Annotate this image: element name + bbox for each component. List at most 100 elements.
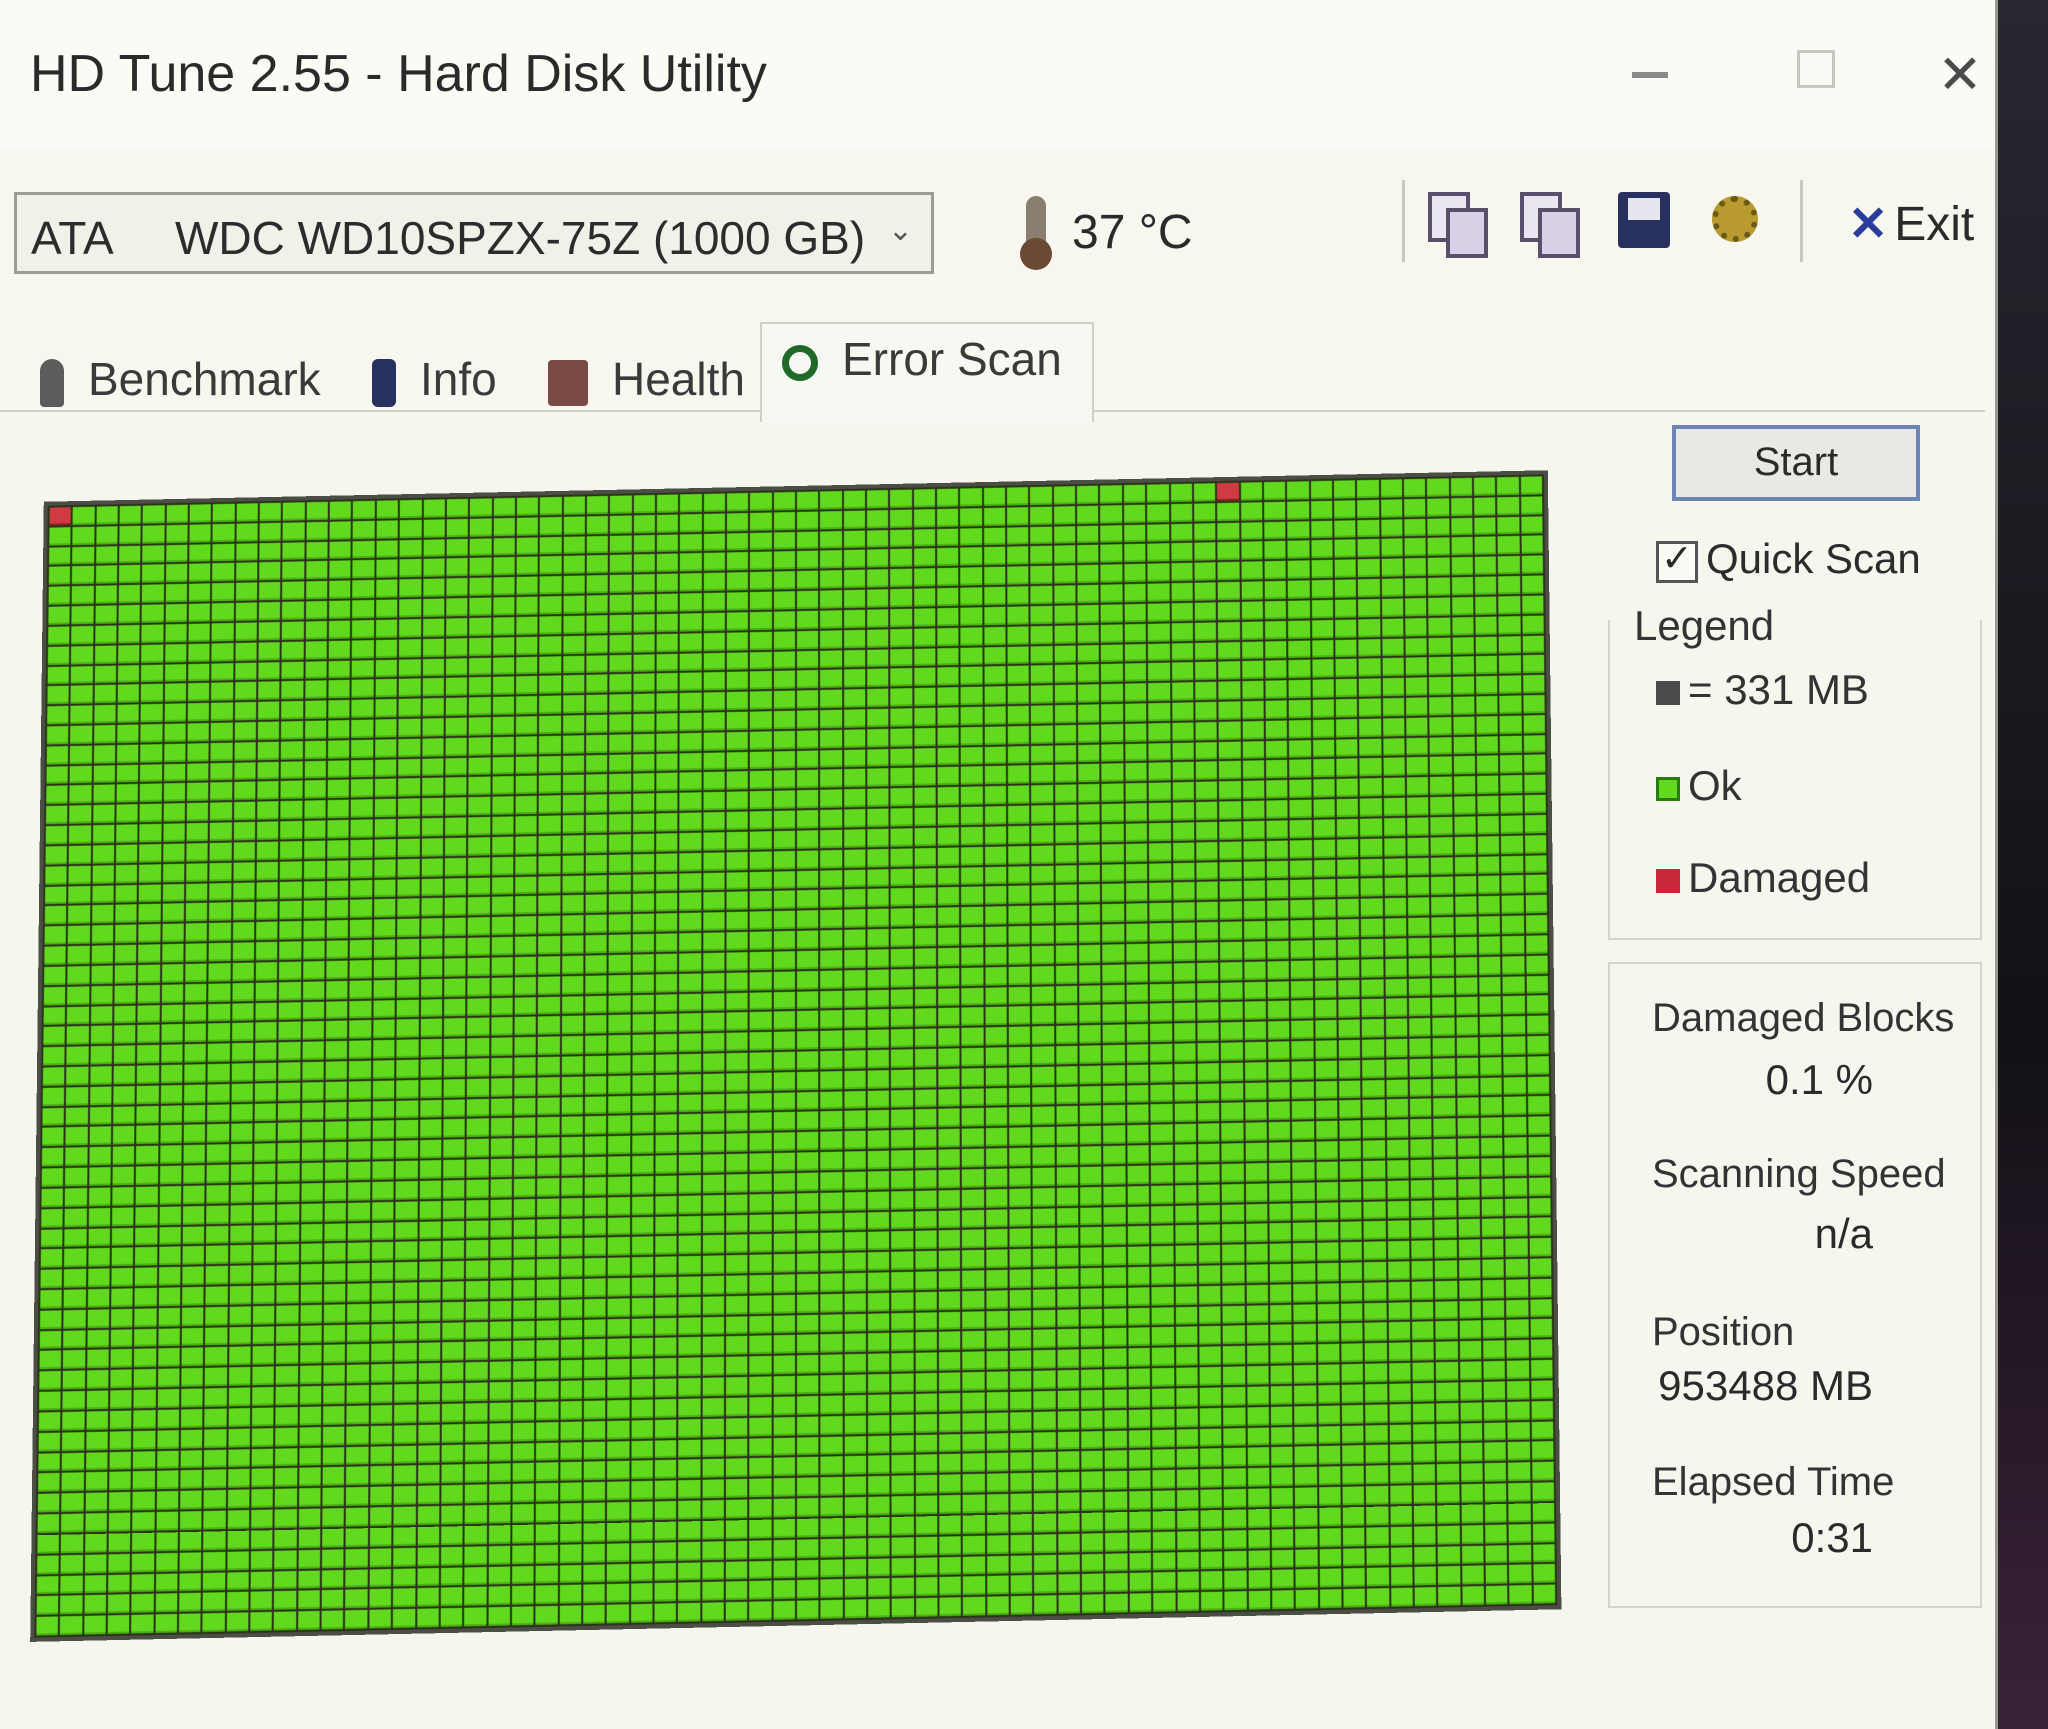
- exit-button[interactable]: ✕ Exit: [1848, 196, 1974, 252]
- ok-block: [489, 1219, 512, 1239]
- ok-block: [324, 1202, 347, 1222]
- ok-block: [1008, 765, 1030, 785]
- ok-block: [1007, 526, 1029, 546]
- ok-block: [1009, 1249, 1032, 1268]
- ok-block: [536, 1340, 559, 1360]
- save-icon[interactable]: [1618, 192, 1676, 252]
- ok-block: [134, 1369, 156, 1389]
- ok-block: [467, 1017, 489, 1037]
- ok-block: [298, 1529, 321, 1548]
- ok-block: [1149, 943, 1172, 962]
- start-button[interactable]: Start: [1672, 425, 1920, 501]
- ok-block: [797, 630, 819, 649]
- ok-block: [467, 1038, 489, 1057]
- ok-block: [351, 739, 374, 758]
- tab-error-scan[interactable]: Error Scan: [760, 322, 1094, 422]
- ok-block: [206, 1164, 229, 1184]
- ok-block: [1033, 1309, 1056, 1329]
- ok-block: [325, 1141, 347, 1161]
- ok-block: [1455, 996, 1478, 1016]
- ok-block: [1271, 1569, 1294, 1589]
- quick-scan-checkbox[interactable]: Quick Scan: [1656, 535, 1921, 583]
- copy-text-icon[interactable]: [1428, 192, 1488, 258]
- ok-block: [702, 1357, 724, 1376]
- ok-block: [559, 1482, 582, 1502]
- ok-block: [962, 1392, 985, 1412]
- ok-block: [280, 841, 303, 860]
- ok-block: [1294, 1426, 1317, 1445]
- ok-block: [138, 904, 161, 923]
- ok-block: [42, 1087, 65, 1106]
- ok-block: [725, 1540, 748, 1560]
- ok-block: [1498, 615, 1521, 635]
- ok-block: [844, 1070, 866, 1089]
- ok-block: [1412, 1342, 1435, 1361]
- ok-block: [1479, 1036, 1502, 1056]
- ok-block: [161, 1024, 183, 1043]
- ok-block: [560, 1319, 583, 1339]
- ok-block: [1265, 700, 1288, 719]
- ok-block: [163, 803, 185, 822]
- ok-block: [445, 757, 467, 776]
- ok-block: [490, 1057, 513, 1077]
- tab-info[interactable]: Info: [372, 352, 497, 430]
- ok-block: [1223, 1386, 1245, 1406]
- ok-block: [274, 1529, 297, 1549]
- ok-block: [1412, 1382, 1435, 1402]
- ok-block: [321, 1590, 344, 1609]
- ok-block: [679, 632, 702, 652]
- ok-block: [797, 1294, 819, 1313]
- minimize-button[interactable]: [1610, 40, 1690, 110]
- ok-block: [230, 1224, 252, 1244]
- ok-block: [1342, 1445, 1364, 1465]
- ok-block: [725, 1417, 748, 1437]
- ok-block: [397, 818, 420, 837]
- options-icon[interactable]: [1708, 192, 1766, 252]
- copy-screen-icon[interactable]: [1520, 192, 1580, 258]
- ok-block: [844, 1130, 866, 1150]
- ok-block: [1458, 1219, 1481, 1238]
- ok-block: [1404, 538, 1426, 557]
- ok-block: [561, 975, 584, 995]
- ok-block: [1030, 565, 1053, 585]
- ok-block: [633, 594, 655, 613]
- ok-block: [1081, 1430, 1104, 1450]
- ok-block: [139, 823, 162, 843]
- ok-block: [1384, 897, 1407, 917]
- ok-block: [914, 1089, 937, 1108]
- ok-block: [1222, 1264, 1245, 1284]
- ok-block: [445, 657, 468, 677]
- ok-block: [204, 1469, 226, 1489]
- ok-block: [702, 972, 725, 992]
- tab-health[interactable]: Health: [548, 352, 745, 430]
- ok-block: [350, 899, 373, 919]
- ok-block: [186, 822, 209, 842]
- ok-block: [418, 1342, 441, 1362]
- ok-block: [115, 904, 138, 924]
- ok-block: [1269, 1182, 1291, 1202]
- ok-block: [1412, 1403, 1435, 1422]
- ok-block: [235, 562, 258, 582]
- ok-block: [914, 667, 936, 687]
- ok-block: [702, 1154, 725, 1173]
- ok-block: [609, 854, 631, 873]
- ok-block: [1499, 655, 1521, 674]
- ok-block: [1508, 1523, 1531, 1543]
- ok-block: [393, 1588, 415, 1608]
- ok-block: [586, 654, 608, 674]
- tab-benchmark[interactable]: Benchmark: [40, 352, 321, 430]
- ok-block: [164, 683, 187, 702]
- drive-select[interactable]: ATA WDC WD10SPZX-75Z (1000 GB) ⌄: [14, 192, 934, 274]
- ok-block: [1429, 756, 1452, 776]
- ok-block: [135, 1206, 158, 1226]
- ok-block: [843, 789, 866, 808]
- maximize-button[interactable]: [1775, 40, 1855, 110]
- ok-block: [92, 844, 115, 864]
- ok-block: [118, 644, 140, 664]
- ok-block: [488, 1463, 511, 1483]
- ok-block: [915, 1454, 938, 1474]
- close-button[interactable]: ✕: [1920, 40, 2000, 110]
- ok-block: [1294, 1466, 1317, 1486]
- ok-block: [773, 1112, 795, 1131]
- ok-block: [678, 1500, 701, 1520]
